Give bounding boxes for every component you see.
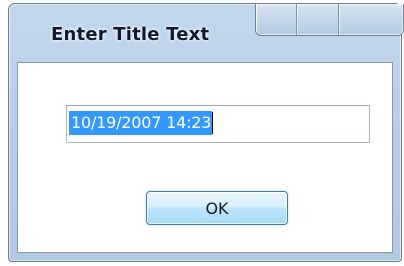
- close-button[interactable]: [339, 4, 403, 35]
- selected-input-text[interactable]: 10/19/2007 14:23: [69, 111, 213, 135]
- title-text-input[interactable]: 10/19/2007 14:23: [66, 105, 370, 143]
- maximize-button[interactable]: [297, 4, 339, 35]
- minimize-button[interactable]: [256, 4, 298, 35]
- dialog-window: Enter Title Text 10/19/2007 14:23 OK: [8, 3, 404, 262]
- title-bar[interactable]: Enter Title Text: [9, 4, 404, 62]
- ok-button[interactable]: OK: [146, 191, 288, 225]
- caption-buttons: [255, 4, 404, 36]
- text-caret: [212, 112, 214, 134]
- dialog-content: 10/19/2007 14:23 OK: [17, 62, 393, 253]
- dialog-title: Enter Title Text: [51, 24, 210, 45]
